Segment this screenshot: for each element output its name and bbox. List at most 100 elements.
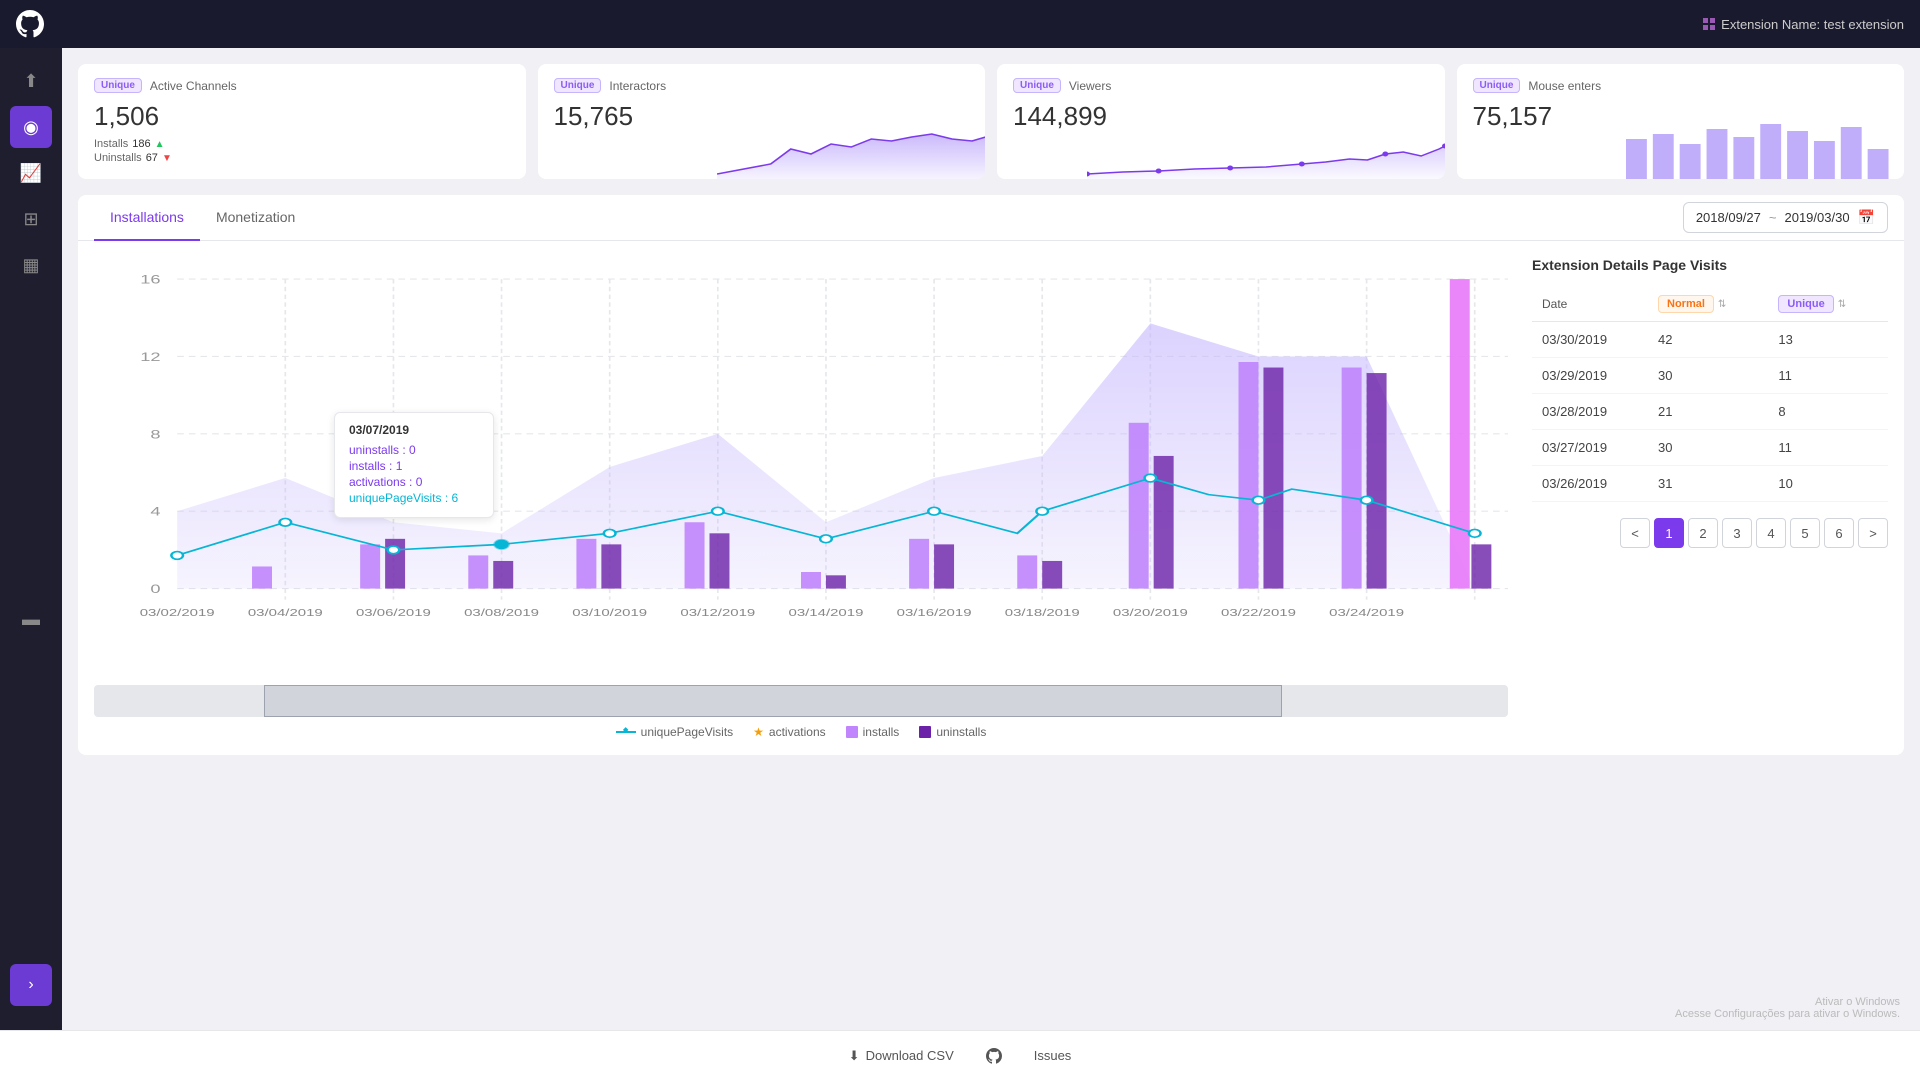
svg-text:03/18/2019: 03/18/2019 — [1005, 607, 1080, 619]
badge-unique-1: Unique — [94, 78, 142, 93]
expand-icon: › — [28, 976, 33, 994]
legend-uninstalls-label: uninstalls — [936, 725, 986, 739]
metric-value-1: 1,506 — [94, 101, 510, 132]
uninstalls-label: Uninstalls — [94, 152, 142, 164]
chart-legend: uniquePageVisits ★ activations installs — [94, 725, 1508, 739]
sidebar-item-analytics[interactable]: 📈 — [10, 152, 52, 194]
small-chart-icon: ▬ — [22, 609, 40, 630]
issues-link[interactable]: Issues — [1034, 1048, 1072, 1063]
download-csv-label: Download CSV — [866, 1048, 954, 1063]
windows-watermark: Ativar o Windows Acesse Configurações pa… — [1675, 996, 1900, 1020]
cell-unique-3: 11 — [1768, 430, 1888, 466]
installs-rect-icon — [846, 726, 858, 738]
th-date: Date — [1532, 287, 1648, 322]
table-section: Extension Details Page Visits Date Norma… — [1508, 257, 1888, 739]
svg-text:03/02/2019: 03/02/2019 — [140, 607, 215, 619]
scrollbar-handle[interactable] — [264, 685, 1282, 717]
table-row: 03/26/2019 31 10 — [1532, 466, 1888, 502]
svg-text:03/10/2019: 03/10/2019 — [572, 607, 647, 619]
sidebar-item-small[interactable]: ▬ — [10, 598, 52, 640]
chart-scrollbar[interactable] — [94, 685, 1508, 717]
upload-icon: ⬆ — [23, 71, 38, 92]
page-1-button[interactable]: 1 — [1654, 518, 1684, 548]
page-6-button[interactable]: 6 — [1824, 518, 1854, 548]
calendar-icon: 📅 — [1858, 209, 1875, 226]
installs-label: Installs — [94, 138, 128, 150]
metric-card-active-channels: Unique Active Channels 1,506 Installs 18… — [78, 64, 526, 179]
github-link[interactable] — [986, 1048, 1002, 1064]
unique-page-visits-line-icon — [616, 731, 636, 733]
grid-icon: ⊞ — [23, 209, 38, 230]
badge-unique-4: Unique — [1473, 78, 1521, 93]
metric-label-1: Active Channels — [150, 79, 237, 93]
extension-name-label: Extension Name: test extension — [1721, 17, 1904, 32]
svg-text:03/14/2019: 03/14/2019 — [789, 607, 864, 619]
sidebar-item-grid[interactable]: ⊞ — [10, 198, 52, 240]
next-page-button[interactable]: > — [1858, 518, 1888, 548]
legend-installs-label: installs — [863, 725, 900, 739]
table-header: Date Normal ⇅ U — [1532, 287, 1888, 322]
cell-date-0: 03/30/2019 — [1532, 322, 1648, 358]
svg-text:03/04/2019: 03/04/2019 — [248, 607, 323, 619]
prev-page-button[interactable]: < — [1620, 518, 1650, 548]
tabs-header: Installations Monetization 2018/09/27 ~ … — [78, 195, 1904, 241]
metric-label-2: Interactors — [609, 79, 666, 93]
table-row: 03/29/2019 30 11 — [1532, 358, 1888, 394]
sidebar-item-upload[interactable]: ⬆ — [10, 60, 52, 102]
table-row: 03/30/2019 42 13 — [1532, 322, 1888, 358]
tooltip-uninstalls: uninstalls : 0 — [349, 443, 479, 457]
metric-sub-1: Installs 186 ▲ Uninstalls 67 ▼ — [94, 138, 510, 164]
uninstalls-rect-icon — [919, 726, 931, 738]
card-header-1: Unique Active Channels — [94, 78, 510, 93]
cell-unique-4: 10 — [1768, 466, 1888, 502]
sidebar: ⬆ ◉ 📈 ⊞ ▦ ▬ › — [0, 48, 62, 1030]
sort-unique-icon[interactable]: ⇅ — [1838, 299, 1846, 310]
sidebar-item-broadcast[interactable]: ◉ — [10, 106, 52, 148]
tabs-nav: Installations Monetization — [94, 195, 311, 240]
chart-table-layout: 16 12 8 4 0 — [78, 241, 1904, 755]
page-4-button[interactable]: 4 — [1756, 518, 1786, 548]
date-separator: ~ — [1769, 210, 1777, 225]
bottom-bar: ⬇ Download CSV Issues — [0, 1030, 1920, 1080]
installs-arrow-icon: ▲ — [155, 139, 165, 150]
sidebar-expand-button[interactable]: › — [10, 964, 52, 1006]
cell-unique-0: 13 — [1768, 322, 1888, 358]
cell-normal-3: 30 — [1648, 430, 1768, 466]
card-header-3: Unique Viewers — [1013, 78, 1429, 93]
main-layout: ⬆ ◉ 📈 ⊞ ▦ ▬ › Unique Active Chann — [0, 48, 1920, 1030]
sidebar-item-barchart[interactable]: ▦ — [10, 244, 52, 286]
table-body: 03/30/2019 42 13 03/29/2019 30 11 03/28/… — [1532, 322, 1888, 502]
sort-normal-icon[interactable]: ⇅ — [1718, 299, 1726, 310]
card-header-2: Unique Interactors — [554, 78, 970, 93]
topbar: Extension Name: test extension — [0, 0, 1920, 48]
metric-cards-row: Unique Active Channels 1,506 Installs 18… — [78, 64, 1904, 179]
ext-grid-icon — [1703, 18, 1715, 30]
tab-monetization[interactable]: Monetization — [200, 195, 311, 241]
page-2-button[interactable]: 2 — [1688, 518, 1718, 548]
date-range-picker[interactable]: 2018/09/27 ~ 2019/03/30 📅 — [1683, 202, 1888, 233]
tooltip-date: 03/07/2019 — [349, 423, 479, 437]
viewers-sparkline — [1087, 124, 1445, 179]
download-csv-link[interactable]: ⬇ Download CSV — [849, 1048, 954, 1064]
cell-normal-0: 42 — [1648, 322, 1768, 358]
page-5-button[interactable]: 5 — [1790, 518, 1820, 548]
page-3-button[interactable]: 3 — [1722, 518, 1752, 548]
topbar-left — [16, 10, 44, 38]
interactors-sparkline — [717, 119, 986, 179]
svg-text:0: 0 — [150, 583, 161, 596]
chart-section: 16 12 8 4 0 — [94, 257, 1508, 739]
svg-text:03/22/2019: 03/22/2019 — [1221, 607, 1296, 619]
github-logo-icon — [16, 10, 44, 38]
mouse-enters-barchart — [1626, 119, 1895, 179]
normal-badge: Normal — [1658, 295, 1714, 313]
cell-normal-2: 21 — [1648, 394, 1768, 430]
win-watermark-line2: Acesse Configurações para ativar o Windo… — [1675, 1008, 1900, 1020]
chart-tooltip: 03/07/2019 uninstalls : 0 installs : 1 a… — [334, 412, 494, 518]
th-unique: Unique ⇅ — [1768, 287, 1888, 322]
metric-card-mouse-enters: Unique Mouse enters 75,157 — [1457, 64, 1905, 179]
tab-installations[interactable]: Installations — [94, 195, 200, 241]
table-row: 03/28/2019 21 8 — [1532, 394, 1888, 430]
topbar-right: Extension Name: test extension — [1703, 17, 1904, 32]
cell-unique-1: 11 — [1768, 358, 1888, 394]
win-watermark-line1: Ativar o Windows — [1675, 996, 1900, 1008]
